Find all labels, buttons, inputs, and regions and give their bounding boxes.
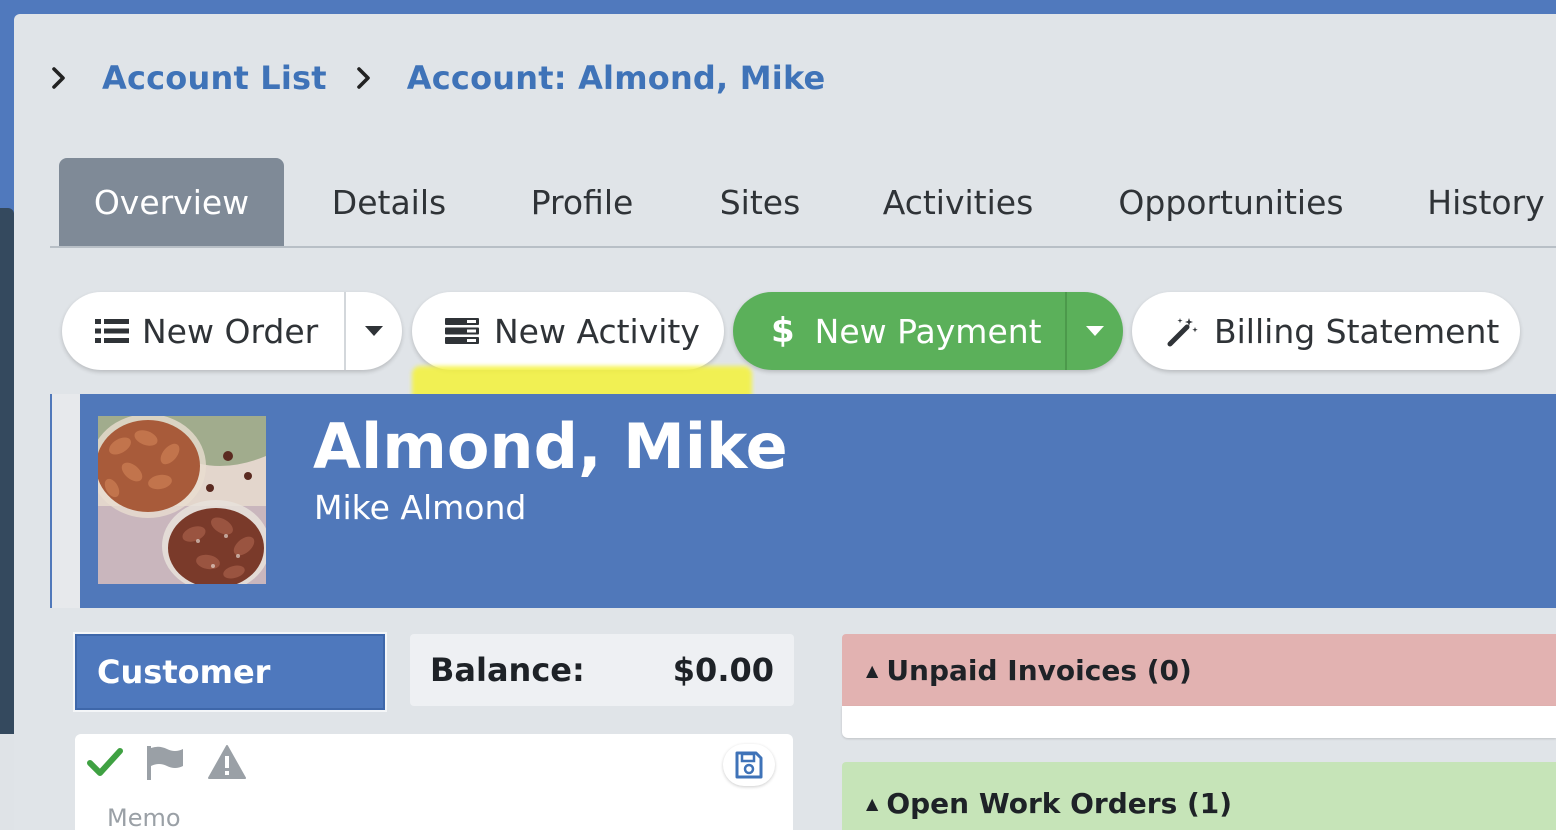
new-order-dropdown[interactable]	[346, 326, 402, 336]
open-work-orders-panel-header[interactable]: ▲ Open Work Orders (1)	[842, 762, 1556, 830]
open-work-orders-label: Open Work Orders (1)	[886, 786, 1233, 820]
tab-details[interactable]: Details	[312, 158, 466, 246]
floppy-disk-icon	[735, 751, 763, 779]
memo-card: Memo	[75, 734, 793, 830]
caret-up-icon: ▲	[866, 793, 879, 813]
tab-profile[interactable]: Profile	[512, 158, 652, 246]
chevron-right-icon	[355, 58, 381, 98]
account-name: Almond, Mike	[313, 410, 788, 483]
activity-icon	[444, 318, 480, 344]
checkmark-icon[interactable]	[87, 747, 123, 781]
new-order-button[interactable]: New Order	[62, 312, 344, 351]
balance-box: Balance: $0.00	[410, 634, 794, 706]
tab-overview[interactable]: Overview	[59, 158, 284, 246]
balance-label: Balance:	[430, 651, 585, 689]
breadcrumb-account-list[interactable]: Account List	[102, 59, 327, 97]
account-header: Almond, Mike Mike Almond	[50, 394, 1556, 608]
save-memo-button[interactable]	[723, 744, 775, 786]
breadcrumb-current-account[interactable]: Account: Almond, Mike	[407, 59, 826, 97]
breadcrumb: Account List Account: Almond, Mike	[50, 58, 825, 98]
account-avatar	[98, 416, 266, 584]
billing-statement-label: Billing Statement	[1214, 311, 1500, 351]
balance-value: $0.00	[672, 651, 774, 689]
memo-label: Memo	[107, 804, 181, 830]
billing-statement-button[interactable]: Billing Statement	[1132, 292, 1520, 370]
new-payment-button-group: $ New Payment	[733, 292, 1123, 370]
unpaid-invoices-panel-body	[842, 706, 1556, 738]
new-activity-label: New Activity	[494, 311, 700, 351]
dollar-icon: $	[771, 311, 795, 351]
magic-wand-icon	[1166, 315, 1200, 347]
chevron-right-icon	[50, 58, 76, 98]
unpaid-invoices-panel-header[interactable]: ▲ Unpaid Invoices (0)	[842, 634, 1556, 706]
account-page: Account List Account: Almond, Mike Overv…	[14, 14, 1556, 830]
new-activity-button[interactable]: New Activity	[412, 292, 724, 370]
left-sidebar-strip	[0, 734, 14, 830]
account-type-badge: Customer	[75, 634, 385, 710]
caret-down-icon	[365, 326, 383, 336]
new-order-button-group: New Order	[62, 292, 402, 370]
new-order-label: New Order	[142, 311, 319, 351]
new-payment-dropdown[interactable]	[1067, 326, 1123, 336]
unpaid-invoices-label: Unpaid Invoices (0)	[886, 653, 1192, 687]
tab-bar: Overview Details Profile Sites Activitie…	[50, 158, 1556, 248]
new-payment-button[interactable]: $ New Payment	[733, 311, 1065, 351]
caret-down-icon	[1086, 326, 1104, 336]
tab-activities[interactable]: Activities	[866, 158, 1050, 246]
account-contact-name: Mike Almond	[314, 488, 527, 527]
list-icon	[94, 318, 130, 344]
new-payment-label: New Payment	[814, 311, 1042, 351]
tab-history[interactable]: History	[1416, 158, 1556, 246]
tab-sites[interactable]: Sites	[702, 158, 818, 246]
left-sidebar-edge	[0, 208, 14, 734]
memo-status-icons	[87, 744, 247, 784]
caret-up-icon: ▲	[866, 660, 879, 680]
tab-opportunities[interactable]: Opportunities	[1100, 158, 1362, 246]
warning-icon[interactable]	[207, 744, 247, 784]
flag-icon[interactable]	[145, 744, 185, 784]
header-stripe	[50, 394, 80, 608]
